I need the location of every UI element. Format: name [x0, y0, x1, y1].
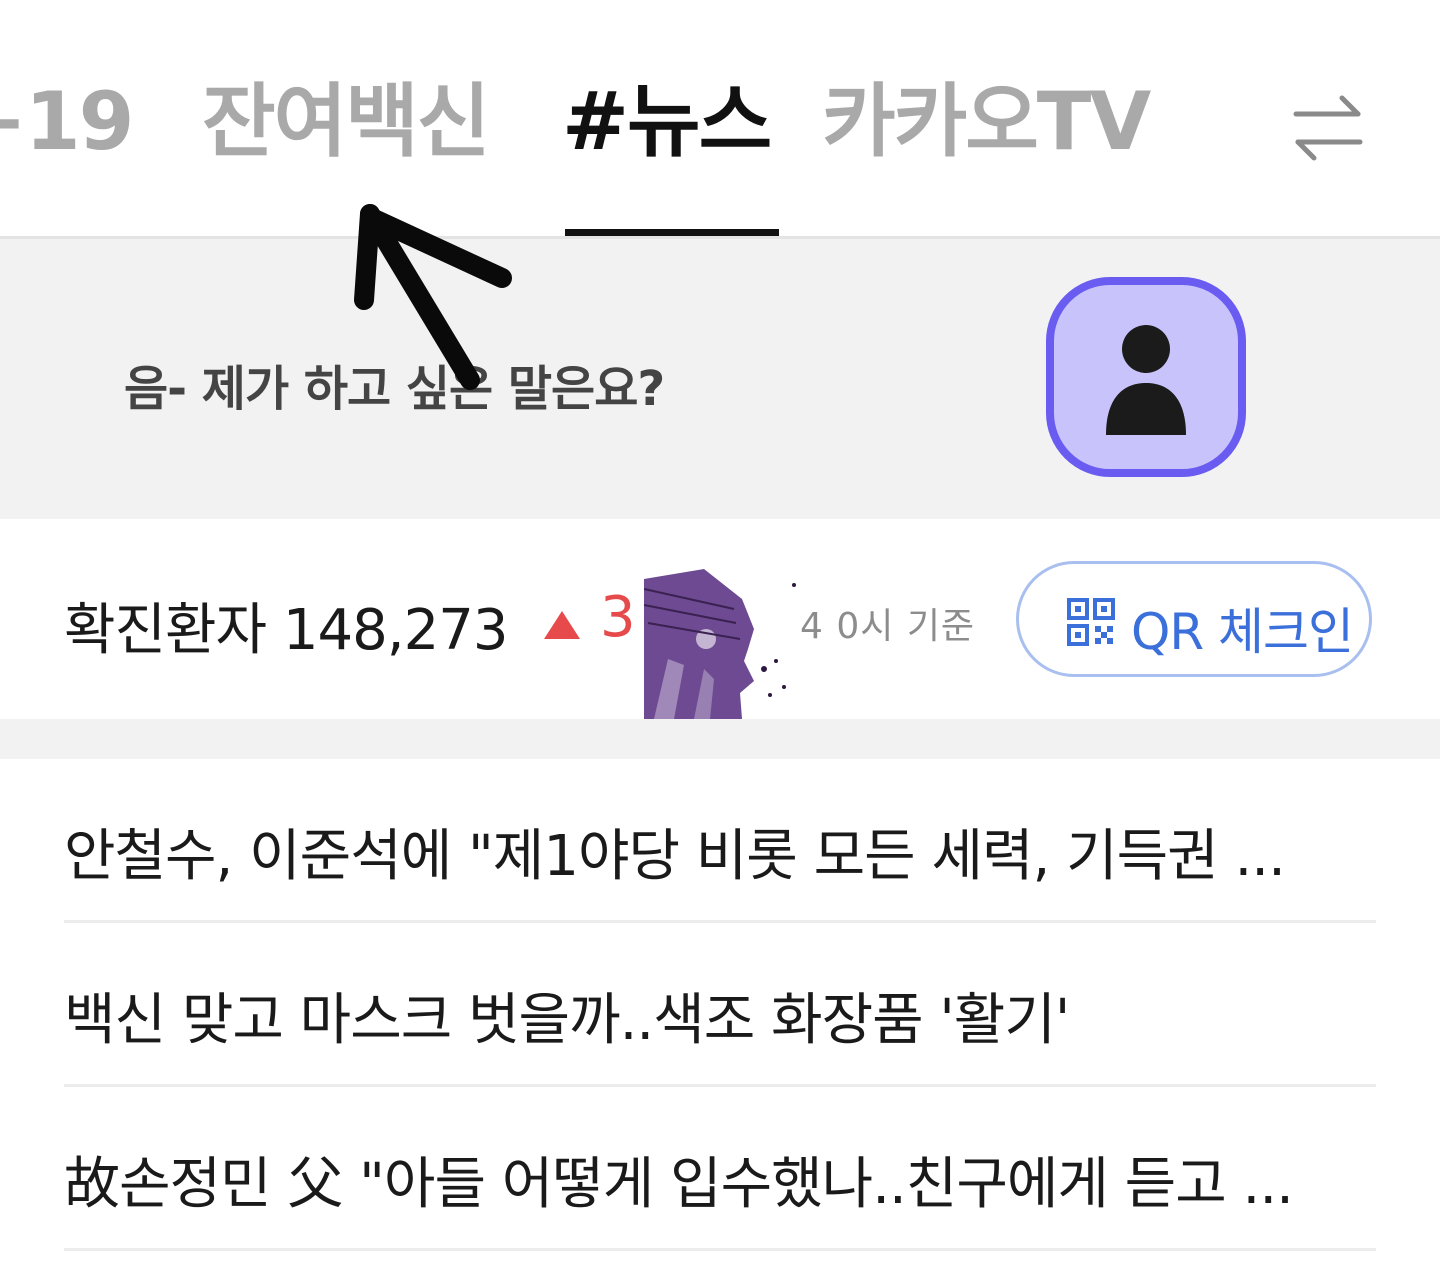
tab-covid19[interactable]: +19	[0, 72, 140, 172]
news-item[interactable]: 백신 맞고 마스크 벗을까..색조 화장품 '활기'	[64, 923, 1376, 1087]
confirmed-cases-label: 확진환자 148,273	[64, 598, 508, 663]
qr-code-icon	[1067, 598, 1115, 646]
triangle-up-icon	[544, 611, 580, 639]
tab-remaining-vaccine[interactable]: 잔여백신	[202, 72, 490, 172]
news-title: 안철수, 이준석에 "제1야당 비롯 모든 세력, 기득권 ...	[64, 824, 1286, 889]
covid-stats-panel[interactable]: 확진환자 148,273 3 4 0시 기준 QR 체크인	[0, 519, 1440, 719]
top-tab-bar: +19 잔여백신 #뉴스 카카오TV	[0, 0, 1440, 239]
news-divider	[64, 1248, 1376, 1251]
avatar[interactable]	[1046, 277, 1246, 477]
tab-covid19-label: +19	[0, 75, 134, 168]
tab-news[interactable]: #뉴스	[562, 72, 772, 172]
news-title: 백신 맞고 마스크 벗을까..색조 화장품 '활기'	[64, 988, 1070, 1053]
qr-checkin-label: QR 체크인	[1131, 603, 1354, 661]
cases-delta: 3	[600, 585, 636, 650]
hand-drawn-arrow-icon	[354, 204, 512, 390]
news-title: 故손정민 父 "아들 어떻게 입수했나..친구에게 듣고 ...	[64, 1152, 1294, 1217]
section-separator	[0, 719, 1440, 759]
news-item[interactable]: 故손정민 父 "아들 어떻게 입수했나..친구에게 듣고 ...	[64, 1087, 1376, 1251]
news-item[interactable]: 안철수, 이준석에 "제1야당 비롯 모든 세력, 기득권 ...	[64, 759, 1376, 923]
news-list: 안철수, 이준석에 "제1야당 비롯 모든 세력, 기득권 ... 백신 맞고 …	[0, 759, 1440, 1284]
swap-arrows-icon	[1293, 95, 1363, 161]
swap-tabs-button[interactable]	[1288, 88, 1368, 168]
qr-checkin-button[interactable]: QR 체크인	[1016, 561, 1372, 677]
tab-kakaotv[interactable]: 카카오TV	[822, 72, 1151, 172]
stats-time: 4 0시 기준	[800, 606, 976, 647]
banner[interactable]: 음- 제가 하고 싶은 말은요?	[0, 239, 1440, 519]
person-icon	[1106, 325, 1186, 435]
headdress-portrait-sticker	[644, 569, 796, 719]
